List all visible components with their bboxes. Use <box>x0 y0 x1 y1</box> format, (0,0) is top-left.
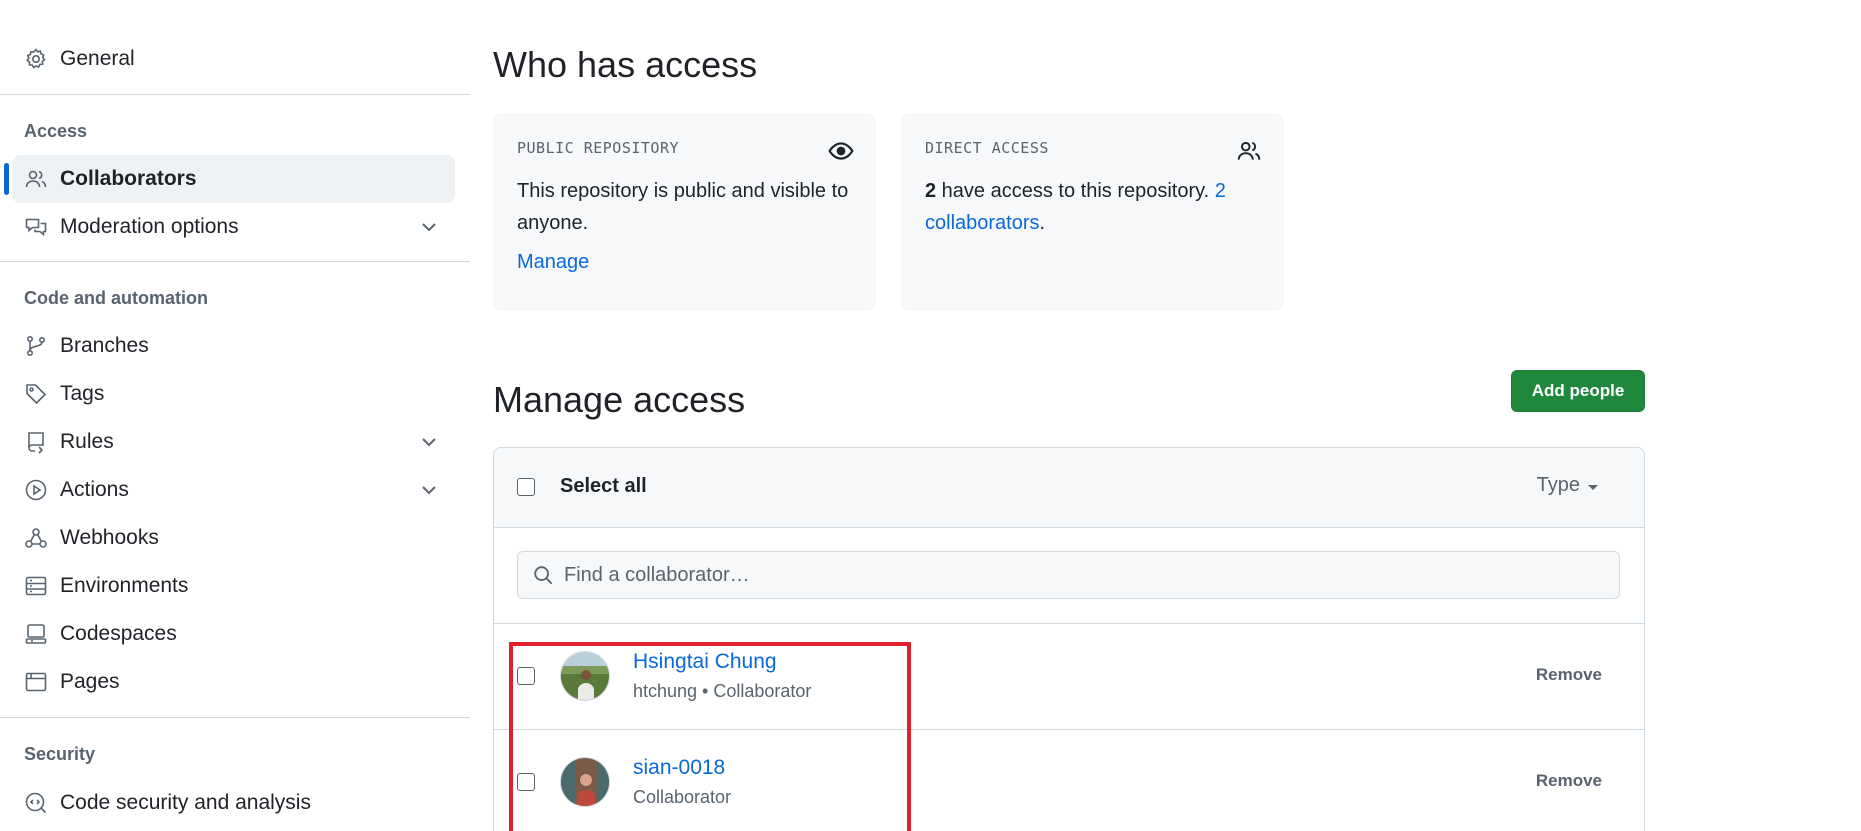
webhook-icon <box>24 526 48 550</box>
card-text: 2 have access to this repository. 2 coll… <box>925 175 1260 239</box>
sidebar-item-general[interactable]: General <box>12 35 455 83</box>
settings-sidebar: General Access Collaborators Moderation … <box>0 0 470 831</box>
group-label-code-automation: Code and automation <box>24 288 208 308</box>
comment-discussion-icon <box>24 215 48 239</box>
codescan-icon <box>24 791 48 815</box>
type-filter-dropdown[interactable]: Type <box>1537 474 1598 497</box>
search-box <box>517 551 1620 599</box>
row-checkbox[interactable] <box>517 667 535 685</box>
sidebar-item-rules[interactable]: Rules <box>12 418 455 466</box>
server-icon <box>24 574 48 598</box>
people-icon <box>24 167 48 191</box>
divider <box>0 717 470 718</box>
collaborators-table: Select all Type Hsingtai Chung htchung •… <box>493 447 1645 831</box>
card-text: This repository is public and visible to… <box>517 180 849 234</box>
manage-visibility-link[interactable]: Manage <box>517 251 589 274</box>
access-text: have access to this repository. <box>936 180 1215 202</box>
sidebar-item-label: Branches <box>60 334 149 357</box>
type-filter-label: Type <box>1536 474 1580 496</box>
people-icon <box>1237 141 1261 160</box>
remove-button[interactable]: Remove <box>1536 771 1602 791</box>
avatar <box>560 651 610 701</box>
git-branch-icon <box>24 334 48 358</box>
sidebar-item-label: General <box>60 47 135 70</box>
sidebar-item-label: Webhooks <box>60 526 159 549</box>
play-icon <box>24 478 48 502</box>
public-repository-card: PUBLIC REPOSITORY This repository is pub… <box>493 113 876 311</box>
browser-icon <box>24 670 48 694</box>
collaborator-name-link[interactable]: Hsingtai Chung <box>633 650 777 674</box>
select-all-label: Select all <box>560 475 647 497</box>
avatar <box>560 757 610 807</box>
select-all-checkbox[interactable] <box>517 478 535 496</box>
chevron-down-icon[interactable] <box>417 215 441 239</box>
sidebar-item-moderation[interactable]: Moderation options <box>12 203 455 251</box>
who-has-access-title: Who has access <box>493 44 758 85</box>
sidebar-item-webhooks[interactable]: Webhooks <box>12 514 455 562</box>
sidebar-item-actions[interactable]: Actions <box>12 466 455 514</box>
divider <box>0 261 470 262</box>
repo-push-icon <box>24 430 48 454</box>
chevron-down-icon[interactable] <box>417 430 441 454</box>
table-row: Hsingtai Chung htchung • Collaborator Re… <box>494 624 1644 730</box>
group-label-access: Access <box>24 121 88 141</box>
access-count: 2 <box>925 180 937 202</box>
sidebar-item-label: Actions <box>60 478 129 501</box>
sidebar-item-label: Moderation options <box>60 215 239 238</box>
direct-access-card: DIRECT ACCESS 2 have access to this repo… <box>901 113 1284 311</box>
sidebar-item-codespaces[interactable]: Codespaces <box>12 610 455 658</box>
add-people-button[interactable]: Add people <box>1511 370 1645 412</box>
chevron-down-icon[interactable] <box>417 478 441 502</box>
table-header: Select all Type <box>494 448 1644 528</box>
sidebar-item-environments[interactable]: Environments <box>12 562 455 610</box>
sidebar-item-label: Tags <box>60 382 105 405</box>
sidebar-item-label: Environments <box>60 574 189 597</box>
access-suffix: . <box>1039 212 1046 234</box>
sidebar-item-label: Pages <box>60 670 120 693</box>
gear-icon <box>24 47 48 71</box>
divider <box>0 94 470 95</box>
sidebar-item-collaborators[interactable]: Collaborators <box>4 155 455 203</box>
search-section <box>494 528 1644 624</box>
card-label: PUBLIC REPOSITORY <box>517 139 680 157</box>
sidebar-item-label: Code security and analysis <box>60 791 311 814</box>
group-label-security: Security <box>24 744 96 764</box>
row-checkbox[interactable] <box>517 773 535 791</box>
find-collaborator-input[interactable] <box>564 563 1564 587</box>
collaborator-name-link[interactable]: sian-0018 <box>633 756 725 780</box>
sidebar-item-code-security[interactable]: Code security and analysis <box>12 779 455 827</box>
sidebar-item-branches[interactable]: Branches <box>12 322 455 370</box>
sidebar-item-label: Collaborators <box>60 167 197 190</box>
sidebar-item-label: Rules <box>60 430 114 453</box>
sidebar-item-tags[interactable]: Tags <box>12 370 455 418</box>
table-row: sian-0018 Collaborator Remove <box>494 730 1644 831</box>
manage-access-title: Manage access <box>493 379 746 420</box>
collaborator-meta: Collaborator <box>633 787 732 807</box>
tag-icon <box>24 382 48 406</box>
caret-down-icon <box>1588 484 1598 490</box>
collaborator-meta: htchung • Collaborator <box>633 681 812 701</box>
search-icon <box>534 566 553 585</box>
eye-icon <box>828 142 854 160</box>
card-label: DIRECT ACCESS <box>925 139 1049 157</box>
sidebar-item-pages[interactable]: Pages <box>12 658 455 706</box>
codespaces-icon <box>24 622 48 646</box>
sidebar-item-label: Codespaces <box>60 622 177 645</box>
remove-button[interactable]: Remove <box>1536 665 1602 685</box>
